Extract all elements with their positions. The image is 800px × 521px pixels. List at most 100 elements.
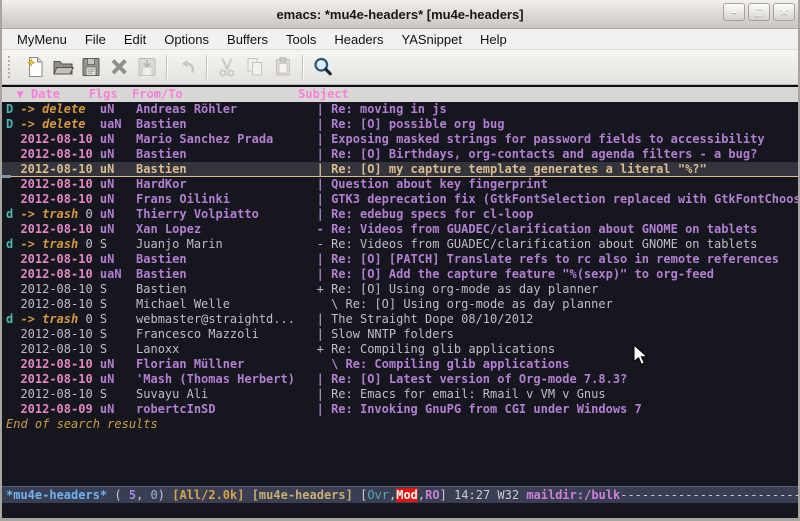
date-field: 2012-08-10 [20, 267, 99, 282]
header-row[interactable]: 2012-08-10uN'Mash (Thomas Herbert)| Re: … [2, 372, 798, 387]
subject-field: | Exposing masked strings for password f… [317, 132, 798, 147]
from-field: Xan Lopez [136, 222, 317, 237]
menu-item-help[interactable]: Help [471, 31, 516, 48]
flags-field: S [100, 282, 136, 297]
toolbar-drag-handle[interactable] [8, 56, 15, 78]
header-row[interactable]: d-> trash 0SJuanjo Marin- Re: Videos fro… [2, 237, 798, 252]
modeline-segment: ----------------------------------------… [620, 488, 798, 502]
subject-field: \ Re: [O] Using org-mode as day planner [317, 297, 798, 312]
header-row[interactable]: 2012-08-10SFrancesco Mazzoli| Slow NNTP … [2, 327, 798, 342]
save-buffer-icon [79, 55, 103, 79]
open-file-button[interactable] [49, 53, 77, 81]
subject-field: + Re: Compiling glib applications [317, 342, 798, 357]
menu-item-file[interactable]: File [76, 31, 115, 48]
menu-item-yasnippet[interactable]: YASnippet [392, 31, 470, 48]
paste-button [269, 53, 297, 81]
header-row[interactable]: d-> trash 0Swebmaster@straightd...| The … [2, 312, 798, 327]
mark-char: d [6, 207, 20, 222]
subject-field: | GTK3 deprecation fix (GtkFontSelection… [317, 192, 798, 207]
current-row-fringe-indicator [2, 175, 11, 178]
flags-field: uN [100, 177, 136, 192]
modeline[interactable]: *mu4e-headers* ( 5, 0) [All/2.0k] [mu4e-… [2, 486, 798, 503]
date-field: -> delete [20, 117, 99, 132]
date-field: 2012-08-09 [20, 402, 99, 417]
header-row[interactable]: 2012-08-10uNFrans Oilinki| GTK3 deprecat… [2, 192, 798, 207]
menu-item-buffers[interactable]: Buffers [218, 31, 277, 48]
close-button[interactable]: × [773, 3, 795, 21]
toolbar-separator [166, 55, 168, 79]
echo-area[interactable] [2, 503, 798, 518]
minimize-button[interactable]: – [723, 3, 745, 21]
modeline-segment: Ovr [367, 488, 389, 502]
header-line[interactable]: ▼ Date Flgs From/To Subject [2, 85, 798, 102]
subject-field: | Re: [O] [PATCH] Translate refs to rc a… [317, 252, 798, 267]
modeline-segment: ] [440, 488, 454, 502]
flags-field: uN [100, 357, 136, 372]
header-row[interactable]: 2012-08-09uNrobertcInSD| Re: Invoking Gn… [2, 402, 798, 417]
search-button[interactable] [309, 53, 337, 81]
undo-button [173, 53, 201, 81]
header-row[interactable]: 2012-08-10uNBastien| Re: [O] [PATCH] Tra… [2, 252, 798, 267]
mark-char [6, 342, 20, 357]
mark-char [6, 297, 20, 312]
from-field: Juanjo Marin [136, 237, 317, 252]
titlebar[interactable]: emacs: *mu4e-headers* [mu4e-headers] – □… [2, 0, 798, 29]
header-row[interactable]: d-> trash 0uNThierry Volpiatto| Re: edeb… [2, 207, 798, 222]
date-field: 2012-08-10 [20, 297, 99, 312]
date-field: -> trash 0 [20, 312, 99, 327]
modeline-segment: [mu4e-headers] [252, 488, 353, 502]
search-icon [311, 55, 335, 79]
subject-field: | Re: [O] Add the capture feature "%(sex… [317, 267, 798, 282]
modeline-segment: maildir:/bulk [526, 488, 620, 502]
mark-char [6, 357, 20, 372]
subject-field: \ Re: Compiling glib applications [317, 357, 798, 372]
menu-item-edit[interactable]: Edit [115, 31, 155, 48]
toolbar-separator [302, 55, 304, 79]
header-row[interactable]: 2012-08-10SSuvayu Ali| Re: Emacs for ema… [2, 387, 798, 402]
date-field: 2012-08-10 [20, 387, 99, 402]
date-field: 2012-08-10 [20, 177, 99, 192]
header-row[interactable]: 2012-08-10uNMario Sanchez Prada| Exposin… [2, 132, 798, 147]
header-row[interactable]: D-> deleteuaNBastien| Re: [O] possible o… [2, 117, 798, 132]
header-row[interactable]: 2012-08-10SLanoxx+ Re: Compiling glib ap… [2, 342, 798, 357]
from-field: Mario Sanchez Prada [136, 132, 317, 147]
date-field: 2012-08-10 [20, 357, 99, 372]
subject-field: - Re: Videos from GUADEC/clarification a… [317, 237, 798, 252]
header-row[interactable]: 2012-08-10SMichael Welle \ Re: [O] Using… [2, 297, 798, 312]
header-row-current[interactable]: 2012-08-10uNBastien| Re: [O] my capture … [2, 162, 798, 177]
subject-field: | Re: [O] Latest version of Org-mode 7.8… [317, 372, 798, 387]
modeline-segment: *mu4e-headers* [6, 488, 107, 502]
flags-field: uN [100, 162, 136, 177]
header-row[interactable]: 2012-08-10uaNBastien| Re: [O] Add the ca… [2, 267, 798, 282]
menu-item-options[interactable]: Options [155, 31, 218, 48]
from-field: Bastien [136, 117, 317, 132]
date-field: 2012-08-10 [20, 192, 99, 207]
flags-field: S [100, 312, 136, 327]
menu-item-tools[interactable]: Tools [277, 31, 325, 48]
subject-field: | Re: Invoking GnuPG from CGI under Wind… [317, 402, 798, 417]
header-row[interactable]: 2012-08-10SBastien+ Re: [O] Using org-mo… [2, 282, 798, 297]
from-field: Bastien [136, 267, 317, 282]
menu-item-headers[interactable]: Headers [325, 31, 392, 48]
from-field: HardKor [136, 177, 317, 192]
header-row[interactable]: D-> deleteuNAndreas Röhler| Re: moving i… [2, 102, 798, 117]
menu-item-mymenu[interactable]: MyMenu [8, 31, 76, 48]
maximize-button[interactable]: □ [748, 3, 770, 21]
save-buffer-button[interactable] [77, 53, 105, 81]
modeline-segment: [All/2.0k] [172, 488, 244, 502]
header-row[interactable]: 2012-08-10uNFlorian Müllner \ Re: Compil… [2, 357, 798, 372]
mark-char [6, 132, 20, 147]
date-field: 2012-08-10 [20, 282, 99, 297]
mark-char [6, 282, 20, 297]
flags-field: uN [100, 102, 136, 117]
header-row[interactable]: 2012-08-10uNBastien| Re: [O] Birthdays, … [2, 147, 798, 162]
from-field: Francesco Mazzoli [136, 327, 317, 342]
subject-field: | Question about key fingerprint [317, 177, 798, 192]
open-file-icon [51, 55, 75, 79]
close-buffer-button[interactable] [105, 53, 133, 81]
subject-field: | Re: [O] my capture template generates … [317, 162, 798, 177]
header-row[interactable]: 2012-08-10uNHardKor| Question about key … [2, 177, 798, 192]
mark-char [6, 402, 20, 417]
new-file-button[interactable] [21, 53, 49, 81]
header-row[interactable]: 2012-08-10uNXan Lopez- Re: Videos from G… [2, 222, 798, 237]
